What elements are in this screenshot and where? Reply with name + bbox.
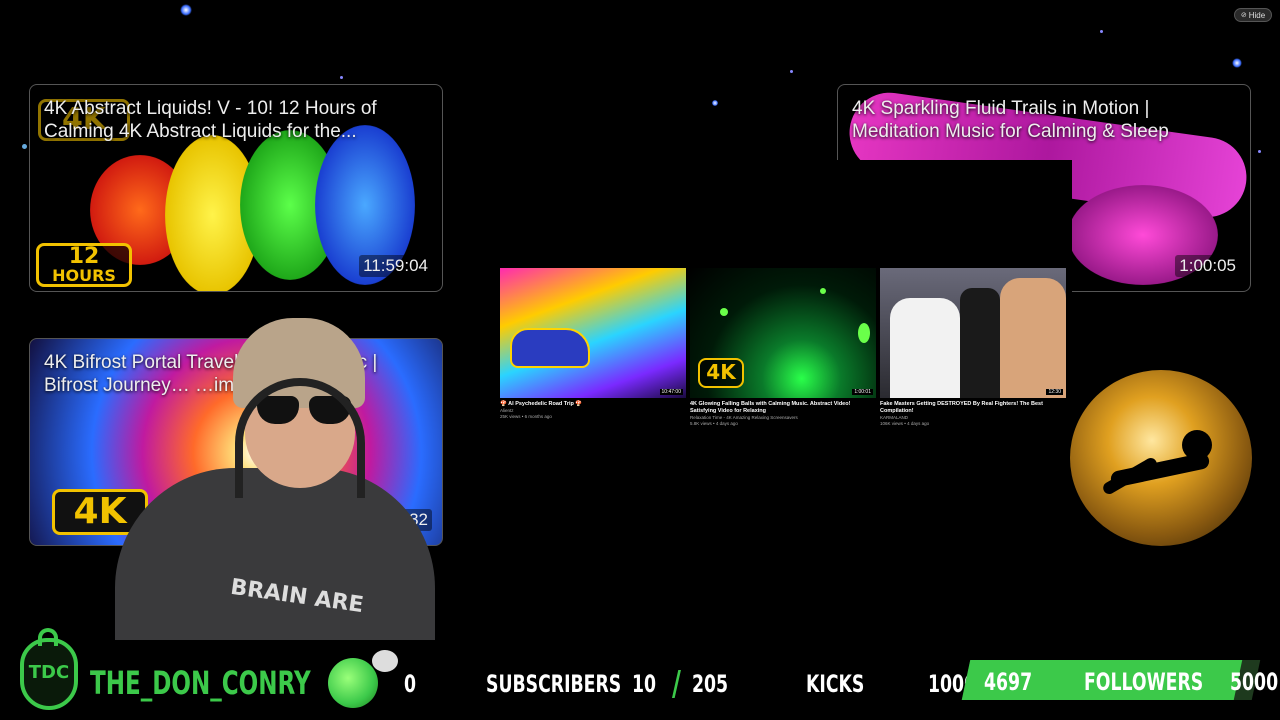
decorative-emblem (1070, 370, 1252, 546)
star (22, 144, 27, 149)
star (340, 76, 343, 79)
thumbnail-image: 12:30 (880, 268, 1066, 398)
badge-number: 12 (68, 244, 100, 269)
thumbnail-meta: 5.8K views • 4 days ago (690, 421, 738, 426)
subscribers-label: SUBSCRIBERS (486, 670, 622, 698)
subscribers-count: 0 (404, 670, 417, 698)
video-duration: 11:59:04 (359, 255, 432, 277)
badge-12-hours: 12 HOURS (36, 243, 132, 287)
star (1100, 30, 1103, 33)
star (1258, 150, 1261, 153)
sparkle-icon (372, 650, 398, 672)
hide-button[interactable]: ⊘ Hide (1234, 8, 1272, 22)
star (790, 70, 793, 73)
video-card[interactable]: 4K 12 HOURS 4K Abstract Liquids! V - 10!… (29, 84, 443, 292)
followers-goal: 5000 (1230, 668, 1279, 696)
thumbnail-title[interactable]: 4K Glowing Falling Balls with Calming Mu… (690, 401, 876, 415)
webcam-overlay: BRAIN ARE (115, 318, 435, 640)
reclining-figure-icon (1090, 430, 1230, 500)
followers-label: FOLLOWERS (1084, 668, 1204, 696)
star (180, 4, 192, 16)
badge-4k: 4K (698, 358, 744, 388)
video-thumbnail-card[interactable]: 12:30 Fake Masters Getting DESTROYED By … (880, 268, 1066, 427)
kicks-label: KICKS (806, 670, 865, 698)
thumbnail-image: 10:47:00 (500, 268, 686, 398)
thumbnail-title[interactable]: 🍄 AI Psychedelic Road Trip 🍄 (500, 401, 686, 408)
subscribers-goal: 205 (692, 670, 729, 698)
headphones-icon (235, 378, 365, 498)
thumbnail-meta: 106K views • 4 days ago (880, 421, 930, 426)
video-thumbnail-card[interactable]: 4K 1:00:01 4K Glowing Falling Balls with… (690, 268, 876, 427)
video-thumbnail-card[interactable]: 10:47:00 🍄 AI Psychedelic Road Trip 🍄 Al… (500, 268, 686, 420)
thumbnail-image: 4K 1:00:01 (690, 268, 876, 398)
goal-separator: / (672, 664, 681, 704)
thumbnail-meta: 25K views • 6 months ago (500, 414, 552, 419)
hide-button-label: Hide (1248, 10, 1266, 20)
video-title[interactable]: 4K Abstract Liquids! V - 10! 12 Hours of… (44, 97, 428, 143)
eye-off-icon: ⊘ (1240, 12, 1247, 19)
video-duration: 1:00:05 (1175, 255, 1240, 277)
badge-unit: HOURS (52, 266, 116, 285)
followers-current: 4697 (984, 668, 1033, 696)
channel-name: THE_DON_CONRY (90, 664, 311, 702)
video-title[interactable]: 4K Sparkling Fluid Trails in Motion | Me… (852, 97, 1236, 143)
thumbnail-title[interactable]: Fake Masters Getting DESTROYED By Real F… (880, 401, 1066, 415)
subscribers-current: 10 (632, 670, 657, 698)
star (712, 100, 718, 106)
stream-footer: TDC THE_DON_CONRY 0 SUBSCRIBERS 10 / 205… (0, 628, 1280, 720)
mascot-icon (328, 658, 378, 708)
tdc-logo: TDC (14, 628, 84, 716)
star (1232, 58, 1242, 68)
